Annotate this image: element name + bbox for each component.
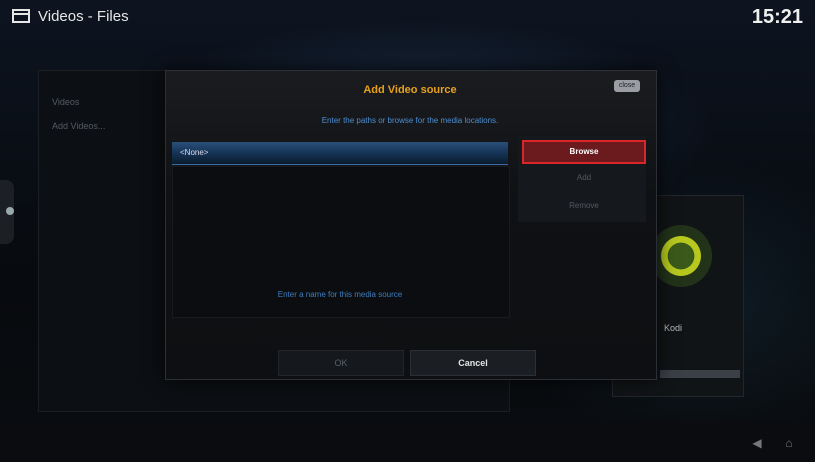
list-item[interactable]: Add Videos... (52, 114, 105, 138)
path-list-row[interactable] (172, 142, 508, 165)
add-button[interactable]: Add (522, 168, 646, 188)
cancel-button[interactable]: Cancel (410, 350, 536, 376)
dialog-subtitle: Enter the paths or browse for the media … (321, 116, 499, 125)
path-value: <None> (180, 148, 209, 157)
thumbnail-progress-bar (660, 370, 740, 378)
thumbnail-caption: Kodi (664, 323, 683, 333)
dialog-title: Add Video source (363, 84, 457, 96)
top-bar: Videos - Files 15:21 (0, 0, 815, 34)
kodi-logo-icon (650, 225, 712, 287)
background-list: Videos Add Videos... (52, 90, 105, 138)
breadcrumb: Videos - Files (38, 8, 129, 25)
videos-home-icon[interactable] (12, 9, 30, 23)
home-icon[interactable]: ⌂ (782, 436, 796, 450)
source-name-hint[interactable]: Enter a name for this media source (172, 290, 508, 299)
clock: 15:21 (751, 6, 803, 28)
ok-button[interactable]: OK (278, 350, 404, 376)
remove-button[interactable]: Remove (522, 196, 646, 216)
browse-button[interactable]: Browse (522, 140, 646, 164)
side-menu-dot-icon (6, 207, 14, 215)
close-button[interactable]: close (614, 80, 640, 92)
bottom-bar (0, 420, 815, 462)
back-icon[interactable]: ◀ (750, 436, 764, 450)
list-item[interactable]: Videos (52, 90, 105, 114)
